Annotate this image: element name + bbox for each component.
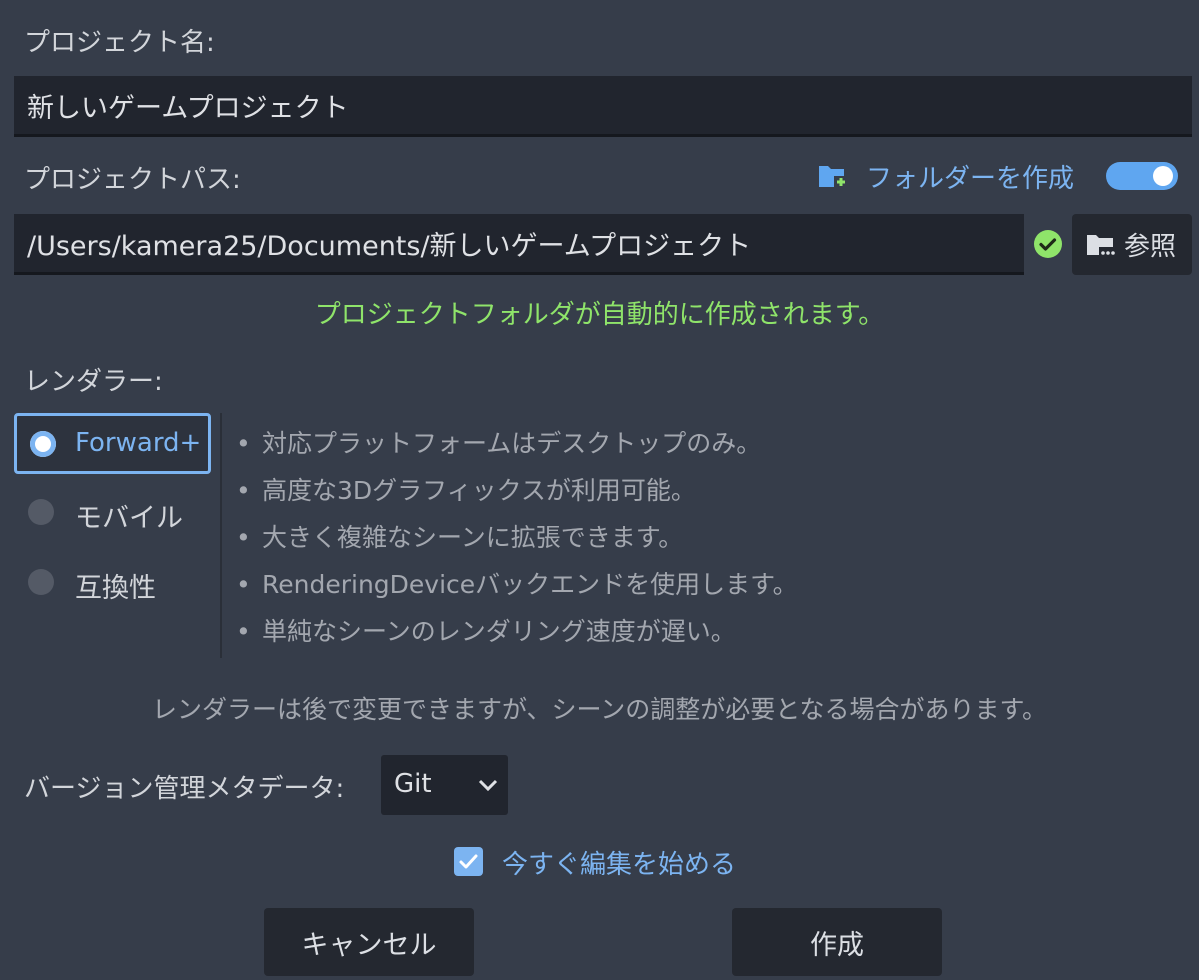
radio-unselected-icon xyxy=(28,569,54,595)
project-name-label: プロジェクト名: xyxy=(24,28,215,58)
renderer-option-forward-plus[interactable]: Forward+ xyxy=(14,413,211,474)
vcs-dropdown[interactable]: Git xyxy=(381,755,508,815)
toggle-knob xyxy=(1153,166,1173,186)
create-button[interactable]: 作成 xyxy=(732,908,942,976)
renderer-option-label: Forward+ xyxy=(75,428,202,458)
radio-selected-icon xyxy=(30,431,56,457)
cancel-button[interactable]: キャンセル xyxy=(264,908,474,976)
renderer-divider xyxy=(220,413,222,658)
description-line: • 高度な3Dグラフィックスが利用可能。 xyxy=(236,476,696,505)
path-status-message: プロジェクトフォルダが自動的に作成されます。 xyxy=(314,300,885,330)
description-line: • RenderingDeviceバックエンドを使用します。 xyxy=(236,570,798,599)
folder-add-icon xyxy=(818,162,848,194)
vcs-selected-value: Git xyxy=(394,769,432,799)
radio-unselected-icon xyxy=(28,499,54,525)
renderer-option-label: 互換性 xyxy=(75,573,156,604)
edit-now-label: 今すぐ編集を始める xyxy=(502,850,737,880)
description-line: • 対応プラットフォームはデスクトップのみ。 xyxy=(236,429,762,458)
vcs-label: バージョン管理メタデータ: xyxy=(24,774,345,804)
project-path-input[interactable]: /Users/kamera25/Documents/新しいゲームプロジェクト xyxy=(14,214,1024,275)
browse-label: 参照 xyxy=(1124,232,1177,262)
chevron-down-icon xyxy=(478,777,498,796)
renderer-option-mobile[interactable]: モバイル xyxy=(14,483,211,544)
project-name-input[interactable]: 新しいゲームプロジェクト xyxy=(14,76,1192,137)
create-folder-toggle[interactable] xyxy=(1106,162,1178,190)
renderer-option-label: モバイル xyxy=(75,503,183,534)
create-folder-label: フォルダーを作成 xyxy=(866,164,1075,194)
renderer-description: • 対応プラットフォームはデスクトップのみ。 • 高度な3Dグラフィックスが利用可能… xyxy=(236,424,798,659)
check-circle-icon xyxy=(1034,230,1062,262)
renderer-option-compatibility[interactable]: 互換性 xyxy=(14,553,211,614)
description-line: • 単純なシーンのレンダリング速度が遅い。 xyxy=(236,617,736,646)
checkbox-checked-icon xyxy=(454,847,483,880)
create-folder-toggle-row[interactable]: フォルダーを作成 xyxy=(818,156,1180,196)
folder-browse-icon xyxy=(1086,232,1116,258)
project-path-label: プロジェクトパス: xyxy=(24,165,241,195)
description-line: • 大きく複雑なシーンに拡張できます。 xyxy=(236,523,684,552)
renderer-label: レンダラー: xyxy=(24,367,163,397)
edit-now-checkbox[interactable]: 今すぐ編集を始める xyxy=(454,842,764,882)
renderer-note: レンダラーは後で変更できますが、シーンの調整が必要となる場合があります。 xyxy=(151,695,1047,724)
browse-button[interactable]: 参照 xyxy=(1072,214,1192,275)
